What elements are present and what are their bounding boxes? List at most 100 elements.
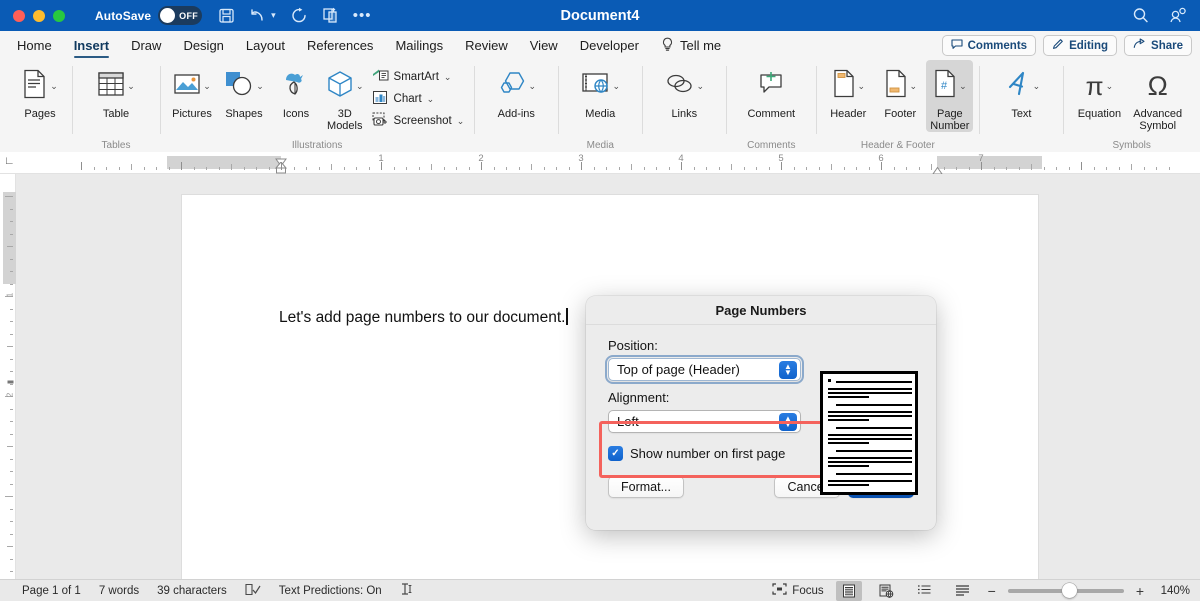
ribbon-button-media[interactable]: ⌄ Media bbox=[574, 60, 626, 120]
tab-stop-selector-icon[interactable]: ∟ bbox=[4, 155, 15, 167]
collaborators-icon[interactable] bbox=[1169, 7, 1188, 24]
ribbon-button-icons[interactable]: Icons bbox=[270, 60, 322, 120]
right-indent-marker[interactable] bbox=[932, 162, 943, 170]
ribbon-button-pictures[interactable]: ⌄ Pictures bbox=[166, 60, 218, 120]
vertical-indent-marker[interactable] bbox=[7, 372, 14, 378]
tab-references[interactable]: References bbox=[296, 31, 384, 60]
tab-insert[interactable]: Insert bbox=[63, 31, 120, 60]
ruler-tick bbox=[856, 167, 857, 170]
chevron-down-icon[interactable]: ⌄ bbox=[1106, 81, 1114, 92]
tab-layout[interactable]: Layout bbox=[235, 31, 296, 60]
zoom-level-label[interactable]: 140% bbox=[1156, 585, 1190, 597]
tab-review[interactable]: Review bbox=[454, 31, 519, 60]
ribbon-button-addins[interactable]: ⌄ Add-ins bbox=[490, 60, 542, 120]
preview-page-number-mark bbox=[828, 379, 831, 382]
tab-draw[interactable]: Draw bbox=[120, 31, 172, 60]
ribbon-button-table[interactable]: ⌄ Table bbox=[90, 60, 142, 120]
tab-design[interactable]: Design bbox=[172, 31, 234, 60]
zoom-slider[interactable] bbox=[1008, 589, 1124, 593]
autosave-control[interactable]: AutoSave OFF bbox=[95, 6, 202, 25]
tab-developer[interactable]: Developer bbox=[569, 31, 650, 60]
ribbon-button-chart[interactable]: Chart ⌄ bbox=[372, 90, 465, 108]
ribbon-button-header[interactable]: ⌄ Header bbox=[822, 60, 874, 120]
ribbon-button-advanced-symbol[interactable]: Ω Advanced Symbol bbox=[1125, 60, 1190, 132]
tell-me-search[interactable]: Tell me bbox=[650, 37, 732, 55]
accessibility-icon[interactable] bbox=[400, 582, 415, 599]
editing-button[interactable]: Editing bbox=[1043, 35, 1117, 56]
share-button[interactable]: Share bbox=[1124, 35, 1192, 56]
tab-view[interactable]: View bbox=[519, 31, 569, 60]
ribbon-button-text[interactable]: ⌄ Text bbox=[995, 60, 1047, 120]
focus-label: Focus bbox=[792, 585, 823, 597]
chevron-down-icon[interactable]: ⌄ bbox=[444, 72, 452, 83]
format-painter-icon[interactable] bbox=[322, 7, 339, 24]
chevron-down-icon[interactable]: ⌄ bbox=[613, 81, 621, 92]
minimize-window-button[interactable] bbox=[33, 10, 45, 22]
ribbon-group-label-tables: Tables bbox=[72, 140, 160, 151]
comments-button[interactable]: Comments bbox=[942, 35, 1036, 56]
page-count-label[interactable]: Page 1 of 1 bbox=[22, 585, 81, 597]
chevron-down-icon[interactable]: ⌄ bbox=[910, 81, 918, 92]
chevron-down-icon[interactable]: ⌄ bbox=[427, 94, 435, 105]
maximize-window-button[interactable] bbox=[53, 10, 65, 22]
horizontal-ruler[interactable]: ∟ 1234567 bbox=[0, 152, 1200, 174]
proofing-check-icon[interactable] bbox=[245, 583, 261, 599]
chevron-down-icon[interactable]: ⌄ bbox=[127, 81, 135, 92]
chevron-down-icon[interactable]: ⌄ bbox=[356, 81, 364, 92]
chevron-down-icon[interactable]: ⌄ bbox=[256, 81, 264, 92]
chevron-down-icon[interactable]: ⌄ bbox=[50, 81, 58, 92]
document-paragraph[interactable]: Let's add page numbers to our document. bbox=[279, 308, 568, 327]
ruler-tick bbox=[431, 164, 432, 170]
web-layout-icon[interactable] bbox=[874, 581, 900, 601]
zoom-out-button[interactable]: − bbox=[988, 583, 996, 599]
ribbon-button-screenshot[interactable]: Screenshot ⌄ bbox=[372, 112, 465, 130]
focus-mode-button[interactable]: Focus bbox=[772, 583, 823, 598]
zoom-in-button[interactable]: + bbox=[1136, 583, 1144, 599]
ribbon-button-3d-models[interactable]: ⌄ 3D Models bbox=[322, 60, 368, 132]
ribbon-button-page-number[interactable]: # ⌄ Page Number bbox=[926, 60, 973, 132]
autosave-toggle[interactable]: OFF bbox=[158, 6, 202, 25]
chevron-down-icon[interactable]: ⌄ bbox=[457, 116, 465, 127]
chevron-down-icon[interactable]: ⌄ bbox=[203, 81, 211, 92]
ruler-tick bbox=[894, 167, 895, 170]
ribbon-button-shapes[interactable]: ⌄ Shapes bbox=[218, 60, 270, 120]
outline-icon[interactable] bbox=[912, 581, 938, 601]
undo-chevron-down-icon[interactable]: ▾ bbox=[271, 10, 276, 21]
word-count-label[interactable]: 7 words bbox=[99, 585, 139, 597]
chevron-down-icon[interactable]: ⌄ bbox=[959, 81, 967, 92]
show-number-first-page-checkbox[interactable]: ✓ bbox=[608, 446, 623, 461]
draft-icon[interactable] bbox=[950, 581, 976, 601]
position-stepper-icon[interactable]: ▲ ▼ bbox=[779, 361, 797, 379]
alignment-stepper-icon[interactable]: ▲ ▼ bbox=[779, 413, 797, 431]
character-count-label[interactable]: 39 characters bbox=[157, 585, 227, 597]
close-window-button[interactable] bbox=[13, 10, 25, 22]
ribbon-button-comment[interactable]: Comment bbox=[740, 60, 802, 120]
chevron-down-icon[interactable]: ⌄ bbox=[1033, 81, 1041, 92]
undo-icon[interactable] bbox=[249, 7, 267, 24]
ruler-number: 1 bbox=[378, 153, 383, 164]
ribbon-button-pages[interactable]: ⌄ Pages bbox=[14, 60, 66, 120]
zoom-slider-handle[interactable] bbox=[1062, 583, 1077, 598]
ruler-tick bbox=[219, 167, 220, 170]
ribbon-button-footer[interactable]: ⌄ Footer bbox=[874, 60, 926, 120]
save-icon[interactable] bbox=[218, 7, 235, 24]
position-dropdown[interactable]: Top of page (Header) ▲ ▼ bbox=[608, 358, 801, 381]
text-predictions-label[interactable]: Text Predictions: On bbox=[279, 585, 382, 597]
ribbon-button-equation[interactable]: π ⌄ Equation bbox=[1073, 60, 1125, 120]
tab-mailings[interactable]: Mailings bbox=[384, 31, 454, 60]
chevron-down-icon[interactable]: ⌄ bbox=[529, 81, 537, 92]
more-options-icon[interactable]: ••• bbox=[353, 11, 372, 21]
print-layout-icon[interactable] bbox=[836, 581, 862, 601]
format-button[interactable]: Format... bbox=[608, 476, 684, 498]
ribbon-button-smartart[interactable]: SmartArt ⌄ bbox=[372, 68, 465, 86]
page-numbers-dialog[interactable]: Page Numbers Position: Top of page (Head… bbox=[586, 296, 936, 530]
ribbon-label-text: Text bbox=[1011, 108, 1031, 120]
alignment-dropdown[interactable]: Left ▲ ▼ bbox=[608, 410, 801, 433]
chevron-down-icon[interactable]: ⌄ bbox=[697, 81, 705, 92]
search-icon[interactable] bbox=[1132, 7, 1149, 24]
redo-icon[interactable] bbox=[290, 7, 308, 24]
ribbon-button-links[interactable]: ⌄ Links bbox=[658, 60, 710, 120]
tab-home[interactable]: Home bbox=[6, 31, 63, 60]
vertical-ruler[interactable]: 12 bbox=[0, 174, 16, 579]
chevron-down-icon[interactable]: ⌄ bbox=[858, 81, 866, 92]
